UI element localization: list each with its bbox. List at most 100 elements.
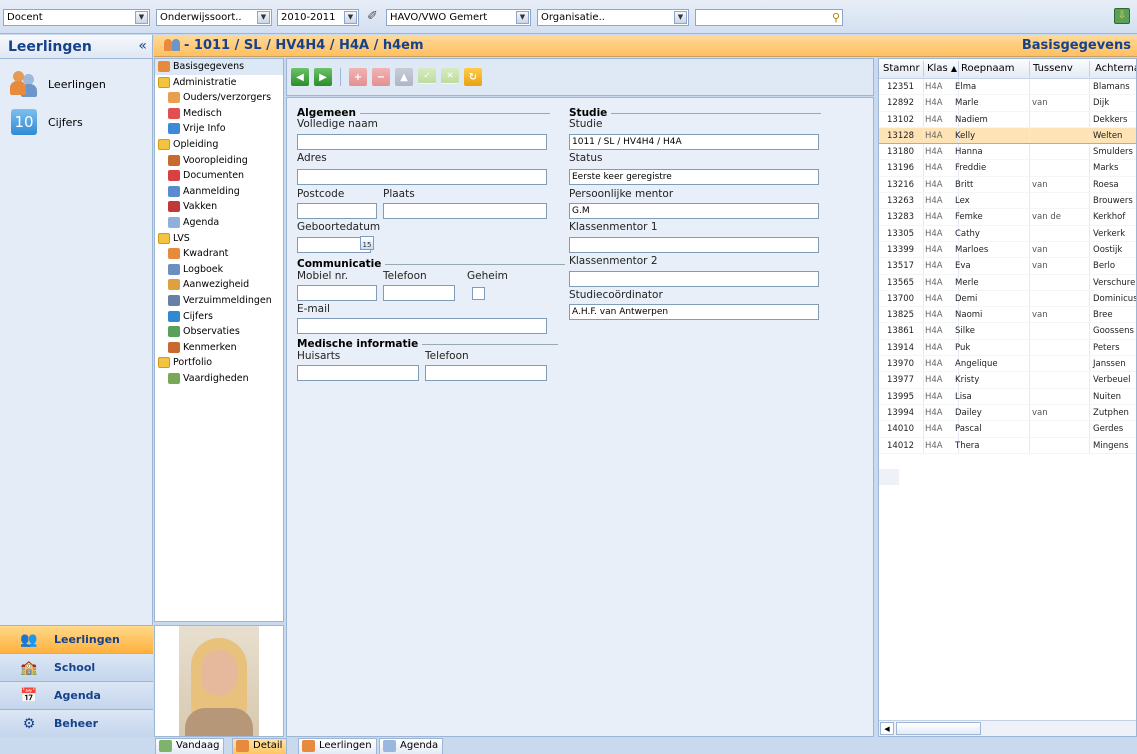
- phone-field[interactable]: [383, 285, 455, 301]
- school-select[interactable]: HAVO/VWO Gemert ▼: [386, 9, 531, 26]
- mobile-field[interactable]: [297, 285, 377, 301]
- section-leerlingen[interactable]: 👥 Leerlingen: [0, 625, 153, 653]
- export-icon[interactable]: ⇩: [1114, 8, 1130, 24]
- tree-item-ouders-verzorgers[interactable]: Ouders/verzorgers: [155, 90, 283, 106]
- table-row[interactable]: 13180 H4A Hanna Smulders: [879, 144, 1136, 161]
- table-row[interactable]: 13283 H4A Femke van de Kerkhof: [879, 209, 1136, 226]
- tab-leerlingen[interactable]: Leerlingen: [298, 738, 377, 754]
- tree-item-opleiding[interactable]: Opleiding: [155, 137, 283, 153]
- tree-item-aanwezigheid[interactable]: Aanwezigheid: [155, 277, 283, 293]
- tree-item-basisgegevens[interactable]: Basisgegevens: [155, 59, 283, 75]
- status-field[interactable]: Eerste keer geregistre: [569, 169, 819, 185]
- delete-icon[interactable]: −: [372, 68, 390, 86]
- column-header-roepnaam[interactable]: Roepnaam: [961, 63, 1014, 74]
- table-row[interactable]: 13102 H4A Nadiem Dekkers: [879, 111, 1136, 128]
- table-row[interactable]: 13995 H4A Lisa Nuiten: [879, 388, 1136, 405]
- tree-item-observaties[interactable]: Observaties: [155, 324, 283, 340]
- education-type-select[interactable]: Onderwijssoort.. ▼: [156, 9, 272, 26]
- up-icon[interactable]: ▲: [395, 68, 413, 86]
- section-school[interactable]: 🏫 School: [0, 653, 153, 681]
- nav-item-cijfers[interactable]: 10 Cijfers: [0, 103, 152, 141]
- table-row[interactable]: 13825 H4A Naomi van Bree: [879, 307, 1136, 324]
- table-row[interactable]: 13263 H4A Lex Brouwers: [879, 193, 1136, 210]
- cancel-icon[interactable]: ✕: [441, 68, 459, 85]
- address-field[interactable]: [297, 169, 547, 185]
- chevron-down-icon[interactable]: ▼: [344, 11, 357, 24]
- chevron-down-icon[interactable]: ▼: [516, 11, 529, 24]
- table-row[interactable]: 13977 H4A Kristy Verbeuel: [879, 372, 1136, 389]
- tab-detail[interactable]: Detail: [232, 738, 288, 754]
- table-row[interactable]: 12892 H4A Marle van Dijk: [879, 95, 1136, 112]
- table-row[interactable]: 13305 H4A Cathy Verkerk: [879, 225, 1136, 242]
- doctor-field[interactable]: [297, 365, 419, 381]
- tree-item-kenmerken[interactable]: Kenmerken: [155, 340, 283, 356]
- column-header-stamnr[interactable]: Stamnr: [883, 63, 920, 74]
- table-row[interactable]: 14012 H4A Thera Mingens: [879, 437, 1136, 454]
- tree-item-vakken[interactable]: Vakken: [155, 199, 283, 215]
- study-field[interactable]: 1011 / SL / HV4H4 / H4A: [569, 134, 819, 150]
- scroll-left-icon[interactable]: ◀: [880, 722, 894, 735]
- tree-item-documenten[interactable]: Documenten: [155, 168, 283, 184]
- tree-item-kwadrant[interactable]: Kwadrant: [155, 246, 283, 262]
- coordinator-field[interactable]: A.H.F. van Antwerpen: [569, 304, 819, 320]
- search-input[interactable]: ⚲: [695, 9, 843, 26]
- table-row[interactable]: 13700 H4A Demi Dominicus: [879, 290, 1136, 308]
- table-row[interactable]: 13970 H4A Angelique Janssen: [879, 356, 1136, 373]
- table-row[interactable]: 13861 H4A Silke Goossens: [879, 323, 1136, 340]
- table-row[interactable]: 13565 H4A Merle Verschuren: [879, 274, 1136, 291]
- column-header-klas[interactable]: Klas ▲: [927, 63, 957, 74]
- role-select[interactable]: Docent ▼: [3, 9, 150, 26]
- horizontal-scrollbar[interactable]: ◀: [879, 720, 1136, 736]
- mentor-field[interactable]: G.M: [569, 203, 819, 219]
- search-icon[interactable]: ⚲: [832, 10, 840, 25]
- tree-item-vaardigheden[interactable]: Vaardigheden: [155, 371, 283, 387]
- table-row[interactable]: 12351 H4A Elma Blamans: [879, 79, 1136, 96]
- tree-item-verzuimmeldingen[interactable]: Verzuimmeldingen: [155, 293, 283, 309]
- tree-item-administratie[interactable]: Administratie: [155, 75, 283, 91]
- tree-item-portfolio[interactable]: Portfolio: [155, 355, 283, 371]
- class-mentor2-field[interactable]: [569, 271, 819, 287]
- table-row[interactable]: 13994 H4A Dailey van Zutphen: [879, 404, 1136, 422]
- column-header-achternaam[interactable]: Achterna: [1095, 63, 1136, 74]
- column-header-tussenv[interactable]: Tussenv: [1033, 63, 1073, 74]
- section-beheer[interactable]: ⚙ Beheer: [0, 709, 153, 737]
- add-icon[interactable]: +: [349, 68, 367, 86]
- chevron-down-icon[interactable]: ▼: [257, 11, 270, 24]
- city-field[interactable]: [383, 203, 547, 219]
- class-mentor1-field[interactable]: [569, 237, 819, 253]
- tree-item-agenda[interactable]: Agenda: [155, 215, 283, 231]
- doctor-phone-field[interactable]: [425, 365, 547, 381]
- postcode-field[interactable]: [297, 203, 377, 219]
- table-row[interactable]: 13196 H4A Freddie Marks: [879, 160, 1136, 177]
- next-record-icon[interactable]: ▶: [314, 68, 332, 86]
- chevron-down-icon[interactable]: ▼: [674, 11, 687, 24]
- table-row[interactable]: 13128 H4A Kelly Welten: [879, 127, 1136, 145]
- school-year-select[interactable]: 2010-2011 ▼: [277, 9, 359, 26]
- collapse-icon[interactable]: «: [138, 38, 147, 54]
- nav-item-leerlingen[interactable]: Leerlingen: [0, 65, 152, 103]
- section-agenda[interactable]: 📅 Agenda: [0, 681, 153, 709]
- table-row[interactable]: 13517 H4A Eva van Berlo: [879, 258, 1136, 275]
- previous-record-icon[interactable]: ◀: [291, 68, 309, 86]
- table-row[interactable]: 13914 H4A Puk Peters: [879, 339, 1136, 357]
- tree-item-lvs[interactable]: LVS: [155, 231, 283, 247]
- tree-item-aanmelding[interactable]: Aanmelding: [155, 184, 283, 200]
- full-name-field[interactable]: [297, 134, 547, 150]
- organisation-select[interactable]: Organisatie.. ▼: [537, 9, 689, 26]
- refresh-icon[interactable]: ↻: [464, 68, 482, 86]
- tree-item-logboek[interactable]: Logboek: [155, 262, 283, 278]
- tree-item-medisch[interactable]: Medisch: [155, 106, 283, 122]
- secret-checkbox[interactable]: [472, 287, 485, 300]
- scrollbar-thumb[interactable]: [896, 722, 981, 735]
- tree-item-cijfers[interactable]: Cijfers: [155, 309, 283, 325]
- save-icon[interactable]: ✓: [418, 68, 436, 85]
- calendar-icon[interactable]: 15: [360, 236, 374, 250]
- table-row[interactable]: 13399 H4A Marloes van Oostijk: [879, 241, 1136, 259]
- eraser-icon[interactable]: ✐: [367, 9, 378, 24]
- email-field[interactable]: [297, 318, 547, 334]
- table-row[interactable]: 13216 H4A Britt van Roesa: [879, 176, 1136, 194]
- tree-item-vrije-info[interactable]: Vrije Info: [155, 121, 283, 137]
- table-row[interactable]: 14010 H4A Pascal Gerdes: [879, 421, 1136, 438]
- tab-vandaag[interactable]: Vandaag: [155, 738, 225, 754]
- chevron-down-icon[interactable]: ▼: [135, 11, 148, 24]
